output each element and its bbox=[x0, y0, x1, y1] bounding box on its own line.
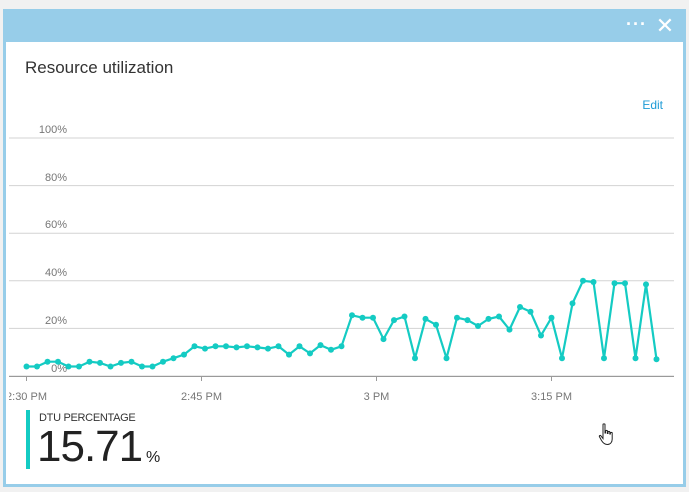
data-point bbox=[496, 313, 502, 320]
data-point bbox=[307, 350, 313, 357]
data-point bbox=[212, 343, 219, 350]
series-line bbox=[26, 279, 658, 368]
data-point bbox=[559, 355, 565, 362]
data-point bbox=[506, 326, 513, 333]
data-point bbox=[569, 300, 576, 307]
dtu-line-chart[interactable]: 0% 20% 40% 60% 80% 100% 2:30 PM 2:45 PM … bbox=[9, 122, 674, 412]
data-point bbox=[265, 345, 271, 352]
kpi-unit: % bbox=[146, 449, 161, 466]
data-point bbox=[485, 315, 492, 322]
close-icon[interactable]: ✕ bbox=[655, 15, 675, 37]
data-point bbox=[370, 314, 376, 321]
data-point bbox=[359, 314, 366, 321]
data-point bbox=[44, 358, 51, 365]
data-point bbox=[160, 358, 166, 365]
dtu-series bbox=[23, 277, 660, 370]
x-tick-label: 3 PM bbox=[364, 391, 390, 403]
kpi-color-bar bbox=[26, 410, 30, 469]
data-point bbox=[34, 363, 40, 370]
data-point bbox=[412, 355, 418, 362]
data-point bbox=[149, 363, 156, 370]
data-point bbox=[118, 359, 124, 366]
data-point bbox=[622, 280, 628, 287]
data-point bbox=[380, 336, 387, 343]
data-point bbox=[611, 280, 618, 287]
x-tick-label: 3:15 PM bbox=[531, 391, 572, 403]
data-point bbox=[517, 304, 523, 310]
data-point bbox=[86, 358, 93, 365]
resource-utilization-blade: ··· ✕ Resource utilization Edit 0% 20% 4… bbox=[3, 9, 686, 487]
data-point bbox=[653, 356, 660, 363]
data-point bbox=[55, 358, 61, 365]
data-point bbox=[580, 277, 586, 284]
data-point bbox=[191, 343, 198, 350]
data-point bbox=[23, 363, 30, 370]
data-point bbox=[443, 355, 450, 362]
data-point bbox=[454, 314, 460, 321]
data-point bbox=[181, 351, 187, 358]
data-point bbox=[286, 351, 292, 358]
y-axis-labels: 0% 20% 40% 60% 80% 100% bbox=[39, 124, 67, 375]
data-point bbox=[391, 317, 397, 324]
data-point bbox=[139, 363, 145, 370]
data-point bbox=[296, 343, 303, 350]
data-point bbox=[643, 281, 649, 288]
data-point bbox=[328, 346, 334, 353]
data-point bbox=[464, 317, 471, 324]
data-point bbox=[233, 344, 240, 351]
data-point bbox=[76, 363, 82, 370]
data-point bbox=[433, 321, 439, 328]
more-options-icon[interactable]: ··· bbox=[626, 15, 647, 33]
data-point bbox=[223, 343, 229, 350]
data-point bbox=[338, 343, 345, 350]
data-point bbox=[65, 363, 72, 370]
data-point bbox=[97, 359, 103, 366]
edit-link[interactable]: Edit bbox=[642, 98, 663, 112]
data-point bbox=[317, 342, 324, 349]
data-point bbox=[601, 355, 607, 362]
data-point bbox=[475, 323, 481, 329]
data-point bbox=[632, 355, 639, 362]
data-point bbox=[527, 308, 534, 315]
part-title: Resource utilization bbox=[25, 58, 174, 77]
data-point bbox=[349, 312, 355, 319]
x-axis-labels: 2:30 PM 2:45 PM 3 PM 3:15 PM bbox=[9, 391, 572, 403]
data-point bbox=[170, 355, 177, 362]
data-point bbox=[244, 343, 250, 350]
x-tick-label: 2:45 PM bbox=[181, 391, 222, 403]
data-point bbox=[107, 363, 114, 370]
data-point bbox=[401, 313, 408, 320]
data-point bbox=[202, 345, 208, 352]
data-point bbox=[254, 344, 261, 351]
y-tick-label: 40% bbox=[45, 267, 67, 279]
data-point bbox=[275, 343, 282, 350]
data-point bbox=[590, 279, 597, 285]
y-tick-label: 80% bbox=[45, 172, 67, 184]
y-tick-label: 60% bbox=[45, 219, 67, 231]
data-point bbox=[128, 358, 135, 365]
blade-title-bar: ··· ✕ bbox=[6, 12, 683, 42]
y-tick-label: 100% bbox=[39, 124, 67, 136]
data-point bbox=[538, 332, 544, 339]
hand-cursor-icon bbox=[598, 423, 613, 446]
kpi-value: 15.71 bbox=[37, 422, 143, 471]
y-tick-label: 20% bbox=[45, 315, 67, 327]
x-tick-label: 2:30 PM bbox=[9, 391, 47, 403]
data-point bbox=[548, 314, 555, 321]
dtu-kpi-tile[interactable]: DTU PERCENTAGE 15.71 % bbox=[26, 410, 176, 472]
data-point bbox=[422, 315, 429, 322]
